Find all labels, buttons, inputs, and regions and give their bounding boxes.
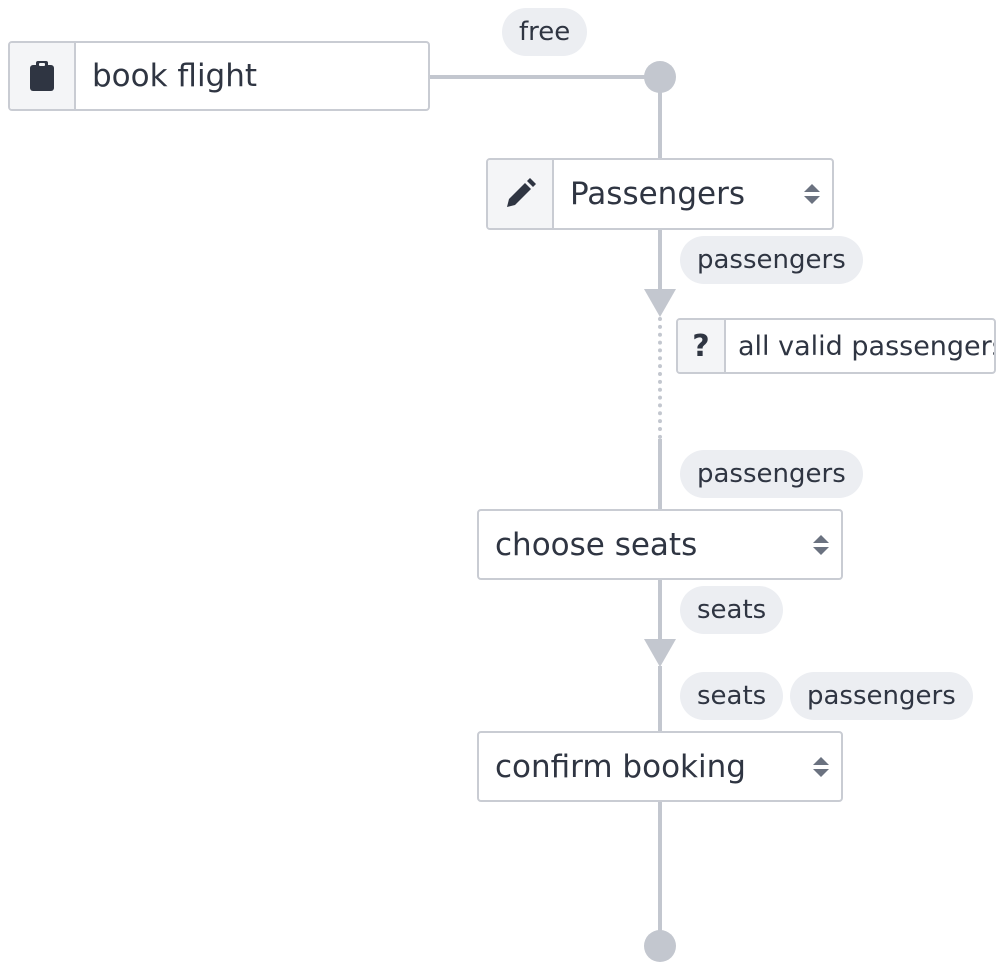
input-tag-passengers: passengers [680,450,863,498]
book-flight-label: book flight [92,58,258,94]
line-to-confirm [658,666,662,732]
book-flight-node[interactable]: book flight [8,41,430,111]
condition-label: all valid passengers [738,330,994,362]
output-tag-seats: seats [680,586,784,634]
confirm-booking-label: confirm booking [495,748,746,785]
arrow-down-2 [644,639,676,667]
output-tag-passengers: passengers [680,236,863,284]
condition-dotted-line [658,317,662,439]
line-confirm-out [658,800,662,936]
line-to-passengers [658,90,662,160]
end-dot [644,930,676,962]
start-dot [644,61,676,93]
passengers-step[interactable]: Passengers [486,158,834,230]
line-to-choose-seats [658,439,662,511]
line-choose-seats-out [658,578,662,640]
start-connector [430,75,660,79]
question-icon: ? [678,320,726,372]
sort-icon[interactable] [792,160,832,228]
passengers-label: Passengers [570,176,745,212]
edge-label-free: free [502,8,588,56]
sort-icon[interactable] [801,511,841,578]
pencil-icon[interactable] [488,160,554,228]
line-passengers-out [658,228,662,290]
condition-node[interactable]: ? all valid passengers [676,318,996,374]
choose-seats-label: choose seats [495,526,698,563]
arrow-down-1 [644,289,676,317]
choose-seats-step[interactable]: choose seats [477,509,843,580]
confirm-booking-step[interactable]: confirm booking [477,731,843,802]
clipboard-icon [10,43,76,109]
sort-icon[interactable] [801,733,841,800]
input-tag-passengers-2: passengers [790,672,973,720]
input-tag-seats: seats [680,672,784,720]
